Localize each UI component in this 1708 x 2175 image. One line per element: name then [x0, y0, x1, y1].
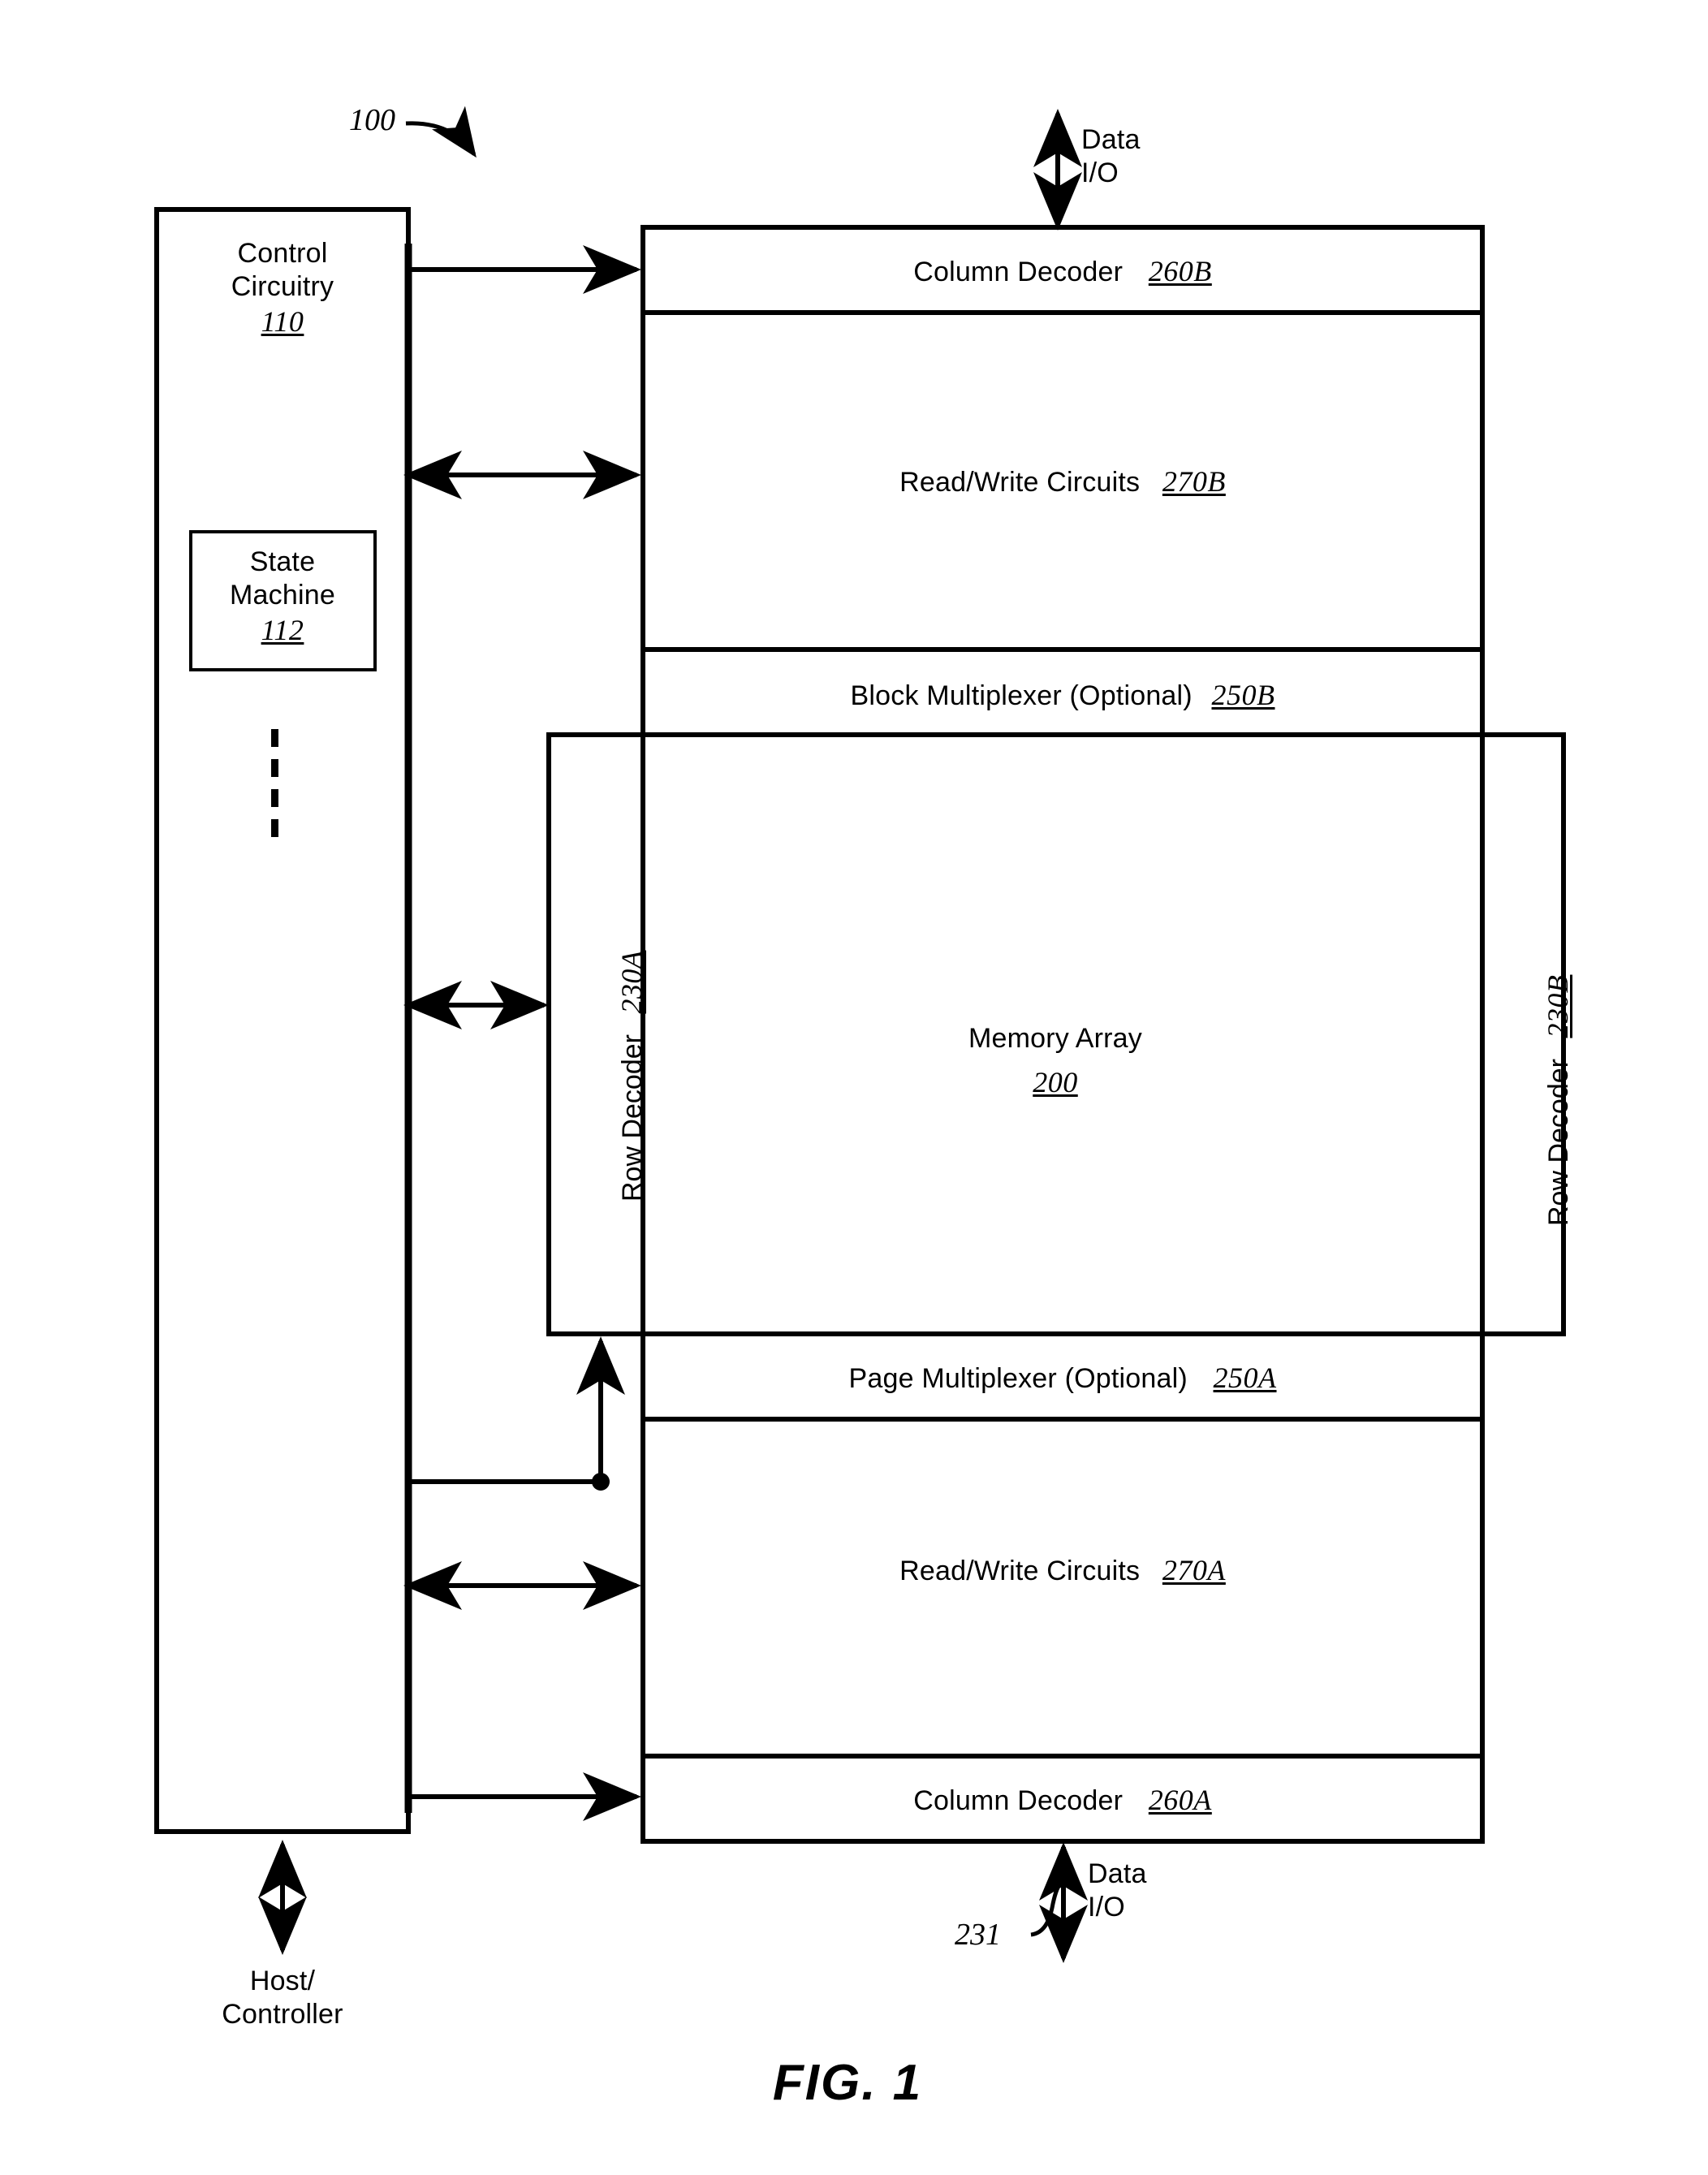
- read-write-top-text: Read/Write Circuits: [899, 467, 1141, 498]
- control-circuitry-line1: Control: [237, 238, 328, 269]
- patent-figure: 100 Control Circuitry 110 State Machine …: [0, 0, 1708, 2175]
- figure-caption-text: FIG. 1: [772, 2055, 923, 2111]
- block-multiplexer-label: Block Multiplexer (Optional) 250B: [851, 678, 1275, 714]
- read-write-bottom-text: Read/Write Circuits: [899, 1556, 1141, 1586]
- data-io-bottom-label: Data I/O: [1088, 1858, 1147, 1925]
- state-machine-line1: State: [249, 546, 316, 577]
- control-circuitry-line2: Circuitry: [231, 271, 334, 303]
- column-decoder-bottom-text: Column Decoder: [913, 1785, 1124, 1816]
- system-ref-tag: 100: [349, 97, 395, 139]
- leader-100: [405, 106, 477, 158]
- read-write-bottom-label: Read/Write Circuits 270A: [899, 1553, 1226, 1589]
- column-decoder-top-ref: 260B: [1148, 255, 1212, 287]
- bottom-ref-tag: 231: [955, 1912, 1001, 1953]
- control-circuitry-ref: 110: [261, 304, 304, 338]
- leader-231: [1030, 1880, 1063, 1937]
- row-decoder-left-ref: 230A: [615, 950, 648, 1014]
- block-multiplexer-ref: 250B: [1211, 679, 1275, 711]
- system-ref-number: 100: [349, 103, 395, 137]
- host-controller-label: Host/ Controller: [222, 1965, 343, 2032]
- memory-array-label: Memory Array 200: [968, 1017, 1142, 1105]
- bottom-ref-number: 231: [955, 1918, 1001, 1952]
- read-write-top-label: Read/Write Circuits 270B: [899, 464, 1226, 500]
- data-io-top-line2: I/O: [1081, 158, 1119, 189]
- state-machine-ref: 112: [261, 613, 304, 646]
- host-controller-line1: Host/: [249, 1966, 316, 1996]
- read-write-bottom-ref: 270A: [1162, 1554, 1226, 1586]
- row-decoder-left-text: Row Decoder: [617, 1034, 648, 1202]
- data-io-top-label: Data I/O: [1081, 123, 1141, 191]
- column-decoder-top-label: Column Decoder 260B: [913, 254, 1212, 290]
- row-decoder-right-text: Row Decoder: [1543, 1059, 1574, 1226]
- ellipsis-dots: [271, 729, 278, 837]
- page-multiplexer-text: Page Multiplexer (Optional): [848, 1363, 1188, 1394]
- column-decoder-bottom-ref: 260A: [1148, 1784, 1212, 1816]
- host-controller-line2: Controller: [222, 1999, 343, 2030]
- figure-caption: FIG. 1: [773, 2054, 922, 2112]
- memory-array-text: Memory Array: [968, 1023, 1142, 1054]
- data-io-top-line1: Data: [1081, 124, 1141, 155]
- column-decoder-bottom-label: Column Decoder 260A: [913, 1783, 1212, 1819]
- memory-array-ref: 200: [1033, 1065, 1078, 1098]
- control-circuitry-label: Control Circuitry 110: [169, 237, 396, 340]
- page-multiplexer-ref: 250A: [1213, 1362, 1277, 1394]
- data-io-bottom-line2: I/O: [1088, 1892, 1125, 1923]
- state-machine-line2: Machine: [230, 580, 335, 611]
- column-decoder-top-text: Column Decoder: [913, 257, 1124, 287]
- row-decoder-right-label: Row Decoder 230B: [1541, 975, 1575, 1226]
- state-machine-label: State Machine 112: [185, 546, 380, 649]
- page-multiplexer-label: Page Multiplexer (Optional) 250A: [848, 1361, 1276, 1396]
- block-multiplexer-text: Block Multiplexer (Optional): [850, 680, 1193, 711]
- row-decoder-right-ref: 230B: [1542, 974, 1574, 1038]
- control-circuitry-box: [154, 207, 411, 1834]
- read-write-top-ref: 270B: [1162, 465, 1226, 498]
- data-io-bottom-line1: Data: [1088, 1858, 1147, 1889]
- row-decoder-left-label: Row Decoder 230A: [615, 951, 649, 1202]
- junction-dot: [592, 1473, 610, 1491]
